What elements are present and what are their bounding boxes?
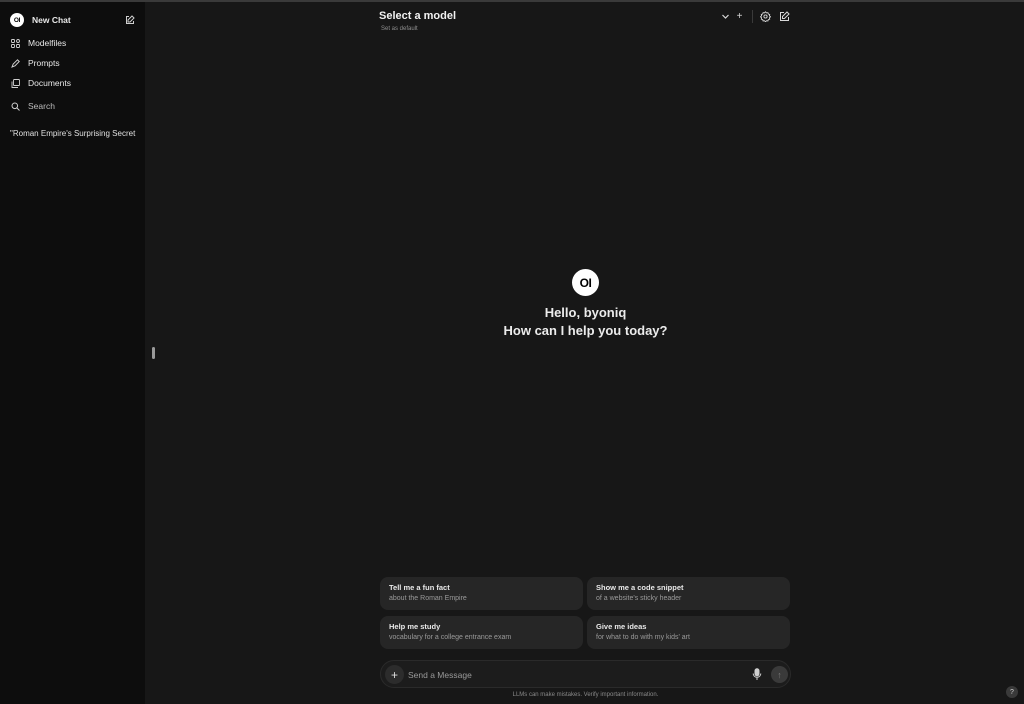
suggestion-subtitle: vocabulary for a college entrance exam bbox=[389, 634, 512, 641]
header-divider bbox=[752, 10, 753, 23]
modelfiles-icon bbox=[10, 38, 20, 48]
suggestion-subtitle: for what to do with my kids' art bbox=[596, 634, 690, 641]
add-model-button[interactable]: + bbox=[734, 11, 745, 22]
suggestion-subtitle: of a website's sticky header bbox=[596, 595, 682, 602]
sidebar-item-label: Documents bbox=[28, 78, 71, 88]
model-selector[interactable]: Select a model bbox=[379, 10, 456, 22]
window-top-border bbox=[0, 0, 1024, 2]
settings-gear-icon[interactable] bbox=[760, 11, 771, 22]
suggestion-code-snippet[interactable]: Show me a code snippet of a website's st… bbox=[587, 577, 790, 610]
greeting-line-2: How can I help you today? bbox=[503, 323, 668, 338]
suggestion-fun-fact[interactable]: Tell me a fun fact about the Roman Empir… bbox=[380, 577, 583, 610]
chevron-down-icon[interactable] bbox=[720, 11, 731, 22]
sidebar-resize-handle[interactable] bbox=[152, 347, 155, 359]
suggestion-title: Tell me a fun fact bbox=[389, 583, 450, 592]
search-icon bbox=[10, 101, 20, 111]
suggestion-title: Help me study bbox=[389, 622, 441, 631]
disclaimer-text: LLMs can make mistakes. Verify important… bbox=[512, 692, 659, 698]
suggestion-give-ideas[interactable]: Give me ideas for what to do with my kid… bbox=[587, 616, 790, 649]
new-chat-label: New Chat bbox=[32, 15, 71, 25]
suggestion-title: Give me ideas bbox=[596, 622, 647, 631]
new-chat-edit-icon[interactable] bbox=[779, 11, 790, 22]
new-chat-button[interactable]: OI New Chat bbox=[10, 11, 135, 29]
sidebar-item-documents[interactable]: Documents bbox=[10, 74, 135, 92]
sidebar-item-label: Prompts bbox=[28, 58, 60, 68]
microphone-icon[interactable] bbox=[752, 668, 762, 681]
sidebar-item-prompts[interactable]: Prompts bbox=[10, 54, 135, 72]
chat-history-item[interactable]: "Roman Empire's Surprising Secret bbox=[10, 129, 135, 138]
sidebar-item-modelfiles[interactable]: Modelfiles bbox=[10, 34, 135, 52]
set-as-default-link[interactable]: Set as default bbox=[381, 26, 418, 32]
search-label: Search bbox=[28, 101, 55, 111]
suggestion-help-study[interactable]: Help me study vocabulary for a college e… bbox=[380, 616, 583, 649]
compose-icon[interactable] bbox=[125, 15, 135, 25]
greeting-line-1: Hello, byoniq bbox=[544, 305, 627, 320]
sidebar: OI New Chat Modelfiles Prompts Documents… bbox=[0, 2, 145, 704]
sidebar-item-label: Modelfiles bbox=[28, 38, 67, 48]
send-button[interactable]: ↑ bbox=[771, 666, 788, 683]
pencil-icon bbox=[10, 58, 20, 68]
documents-icon bbox=[10, 78, 20, 88]
suggestion-subtitle: about the Roman Empire bbox=[389, 595, 467, 602]
message-composer: + ↑ bbox=[380, 660, 791, 688]
attach-plus-button[interactable]: + bbox=[385, 665, 404, 684]
app-logo: OI bbox=[10, 13, 24, 27]
sidebar-search[interactable]: Search bbox=[10, 97, 135, 115]
message-input[interactable] bbox=[408, 665, 738, 684]
help-button[interactable]: ? bbox=[1006, 686, 1018, 698]
suggestion-title: Show me a code snippet bbox=[596, 583, 684, 592]
center-logo: OI bbox=[572, 269, 599, 296]
